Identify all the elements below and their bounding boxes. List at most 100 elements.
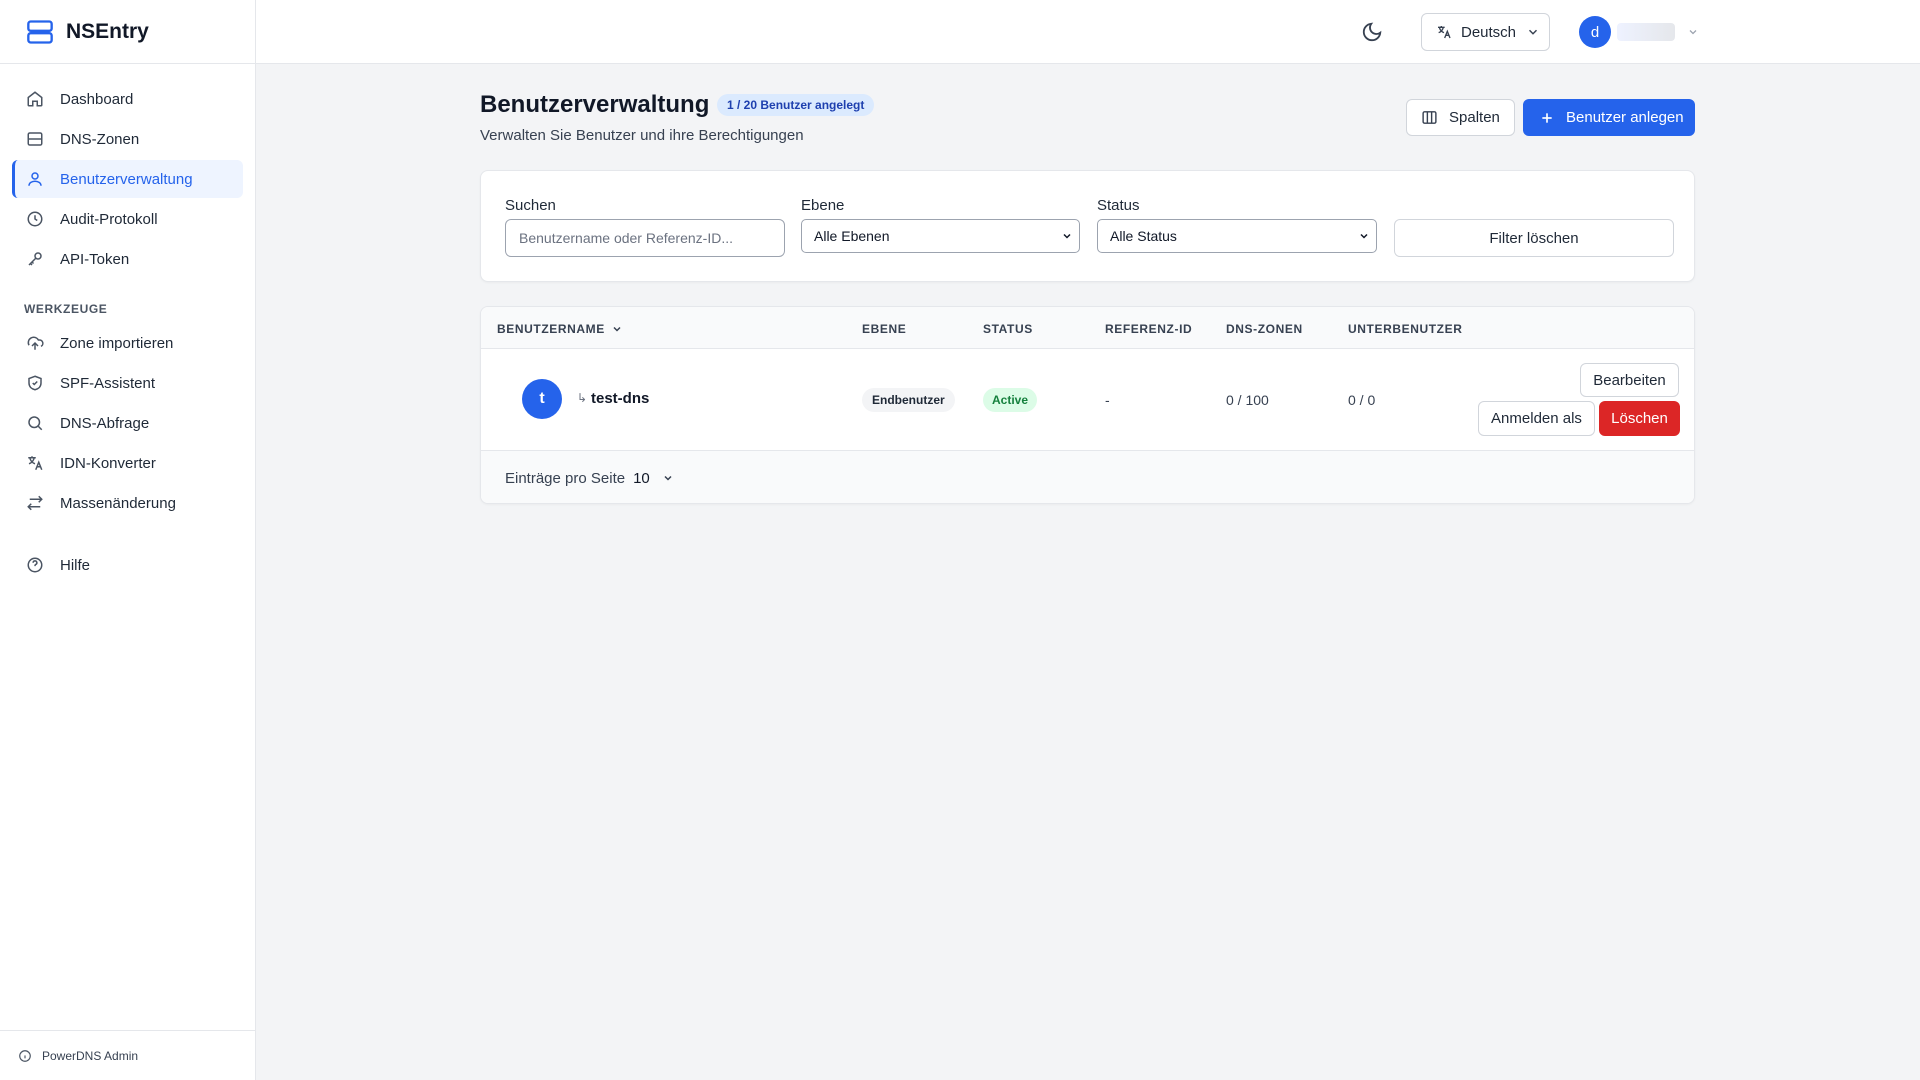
sidebar: NSEntry Dashboard DNS-Zonen Benutzerverw… (0, 0, 256, 1080)
plus-icon (1539, 110, 1555, 126)
sidebar-item-zone-import[interactable]: Zone importieren (12, 324, 243, 362)
sidebar-item-bulk-change[interactable]: Massenänderung (12, 484, 243, 522)
sidebar-item-api-token[interactable]: API-Token (12, 240, 243, 278)
sidebar-item-label: Zone importieren (60, 334, 174, 352)
status-badge: Active (983, 388, 1038, 412)
reference-id: - (1105, 392, 1110, 408)
sidebar-item-label: Audit-Protokoll (60, 210, 158, 228)
chevron-down-icon (1526, 25, 1540, 39)
columns-icon (1421, 109, 1438, 126)
arrows-swap-icon (26, 494, 44, 512)
chevron-down-icon (1358, 230, 1370, 242)
translate-icon (26, 454, 44, 472)
status-select[interactable]: Alle Status (1097, 219, 1377, 253)
page-subtitle: Verwalten Sie Benutzer und ihre Berechti… (480, 127, 804, 144)
clock-icon (26, 210, 44, 228)
column-header-zones: DNS-ZONEN (1226, 322, 1303, 336)
sidebar-item-idn-converter[interactable]: IDN-Konverter (12, 444, 243, 482)
search-label: Suchen (505, 197, 556, 214)
add-user-button[interactable]: Benutzer anlegen (1523, 99, 1695, 136)
language-label: Deutsch (1461, 23, 1517, 41)
sidebar-item-label: IDN-Konverter (60, 454, 156, 472)
chevron-down-icon (1061, 230, 1073, 242)
sidebar-item-help[interactable]: Hilfe (12, 546, 243, 584)
topbar: Deutsch d (256, 0, 1920, 64)
brand[interactable]: NSEntry (0, 0, 255, 64)
page-header: Benutzerverwaltung 1 / 20 Benutzer angel… (480, 64, 1695, 174)
column-header-subusers: UNTERBENUTZER (1348, 322, 1463, 336)
table-footer: Einträge pro Seite 10 (481, 451, 1694, 503)
shield-icon (26, 374, 44, 392)
columns-button[interactable]: Spalten (1406, 99, 1515, 136)
per-page-value: 10 (633, 469, 650, 487)
columns-button-label: Spalten (1449, 109, 1500, 126)
sidebar-item-label: Massenänderung (60, 494, 176, 512)
home-icon (26, 90, 44, 108)
server-logo-icon (26, 18, 54, 46)
sidebar-item-users[interactable]: Benutzerverwaltung (12, 160, 243, 198)
page-title: Benutzerverwaltung (480, 91, 710, 118)
moon-icon[interactable] (1361, 21, 1383, 43)
main-nav: Dashboard DNS-Zonen Benutzerverwaltung A… (0, 64, 255, 584)
chevron-down-icon (662, 472, 674, 484)
per-page-label: Einträge pro Seite (505, 469, 626, 487)
username: test-dns (591, 390, 650, 407)
sub-user-arrow: ↳ (577, 391, 588, 405)
status-select-value: Alle Status (1110, 228, 1177, 244)
add-user-button-label: Benutzer anlegen (1566, 109, 1684, 126)
sidebar-item-label: DNS-Abfrage (60, 414, 150, 432)
app-name: NSEntry (66, 19, 149, 43)
users-table: BENUTZERNAME EBENE STATUS REFERENZ-ID DN… (480, 306, 1695, 504)
key-icon (26, 250, 44, 268)
users-icon (26, 170, 44, 188)
per-page-select[interactable]: 10 (633, 470, 674, 487)
info-icon (18, 1049, 32, 1063)
status-label: Status (1097, 197, 1140, 214)
sidebar-item-dashboard[interactable]: Dashboard (12, 80, 243, 118)
sort-chevron-icon (611, 323, 623, 335)
sidebar-item-label: Dashboard (60, 90, 134, 108)
search-icon (26, 414, 44, 432)
level-badge: Endbenutzer (862, 388, 955, 412)
avatar: t (522, 379, 562, 419)
chevron-down-icon (1687, 26, 1699, 38)
subusers-count: 0 / 0 (1348, 392, 1376, 408)
sidebar-item-label: Hilfe (60, 556, 91, 574)
server-icon (26, 130, 44, 148)
table-row: t ↳ test-dns Endbenutzer Active - 0 / 10… (481, 349, 1694, 451)
sidebar-item-label: SPF-Assistent (60, 374, 156, 392)
avatar: d (1579, 16, 1611, 48)
level-select[interactable]: Alle Ebenen (801, 219, 1080, 253)
sidebar-item-spf-assistant[interactable]: SPF-Assistent (12, 364, 243, 402)
sidebar-item-dns-zones[interactable]: DNS-Zonen (12, 120, 243, 158)
sidebar-item-label: DNS-Zonen (60, 130, 140, 148)
help-circle-icon (26, 556, 44, 574)
column-header-username[interactable]: BENUTZERNAME (497, 322, 623, 336)
column-header-status: STATUS (983, 322, 1033, 336)
delete-button[interactable]: Löschen (1599, 401, 1680, 436)
sidebar-item-audit-log[interactable]: Audit-Protokoll (12, 200, 243, 238)
level-label: Ebene (801, 197, 845, 214)
login-as-button[interactable]: Anmelden als (1478, 401, 1595, 436)
user-name-redacted (1617, 23, 1675, 41)
tools-section-title: WERKZEUGE (24, 302, 108, 316)
language-select[interactable]: Deutsch (1421, 13, 1550, 51)
sidebar-item-label: API-Token (60, 250, 130, 268)
main-content: Benutzerverwaltung 1 / 20 Benutzer angel… (480, 64, 1695, 504)
column-header-label: BENUTZERNAME (497, 322, 605, 336)
filter-panel: Suchen Ebene Alle Ebenen Status Alle Sta… (480, 170, 1695, 282)
translate-icon (1436, 24, 1452, 40)
dns-zones-count: 0 / 100 (1226, 392, 1269, 408)
user-count-badge: 1 / 20 Benutzer angelegt (717, 94, 875, 116)
upload-cloud-icon (26, 334, 44, 352)
edit-button[interactable]: Bearbeiten (1580, 363, 1679, 397)
column-header-level: EBENE (862, 322, 907, 336)
level-select-value: Alle Ebenen (814, 228, 890, 244)
user-menu[interactable]: d (1579, 15, 1699, 49)
clear-filters-button[interactable]: Filter löschen (1394, 219, 1674, 257)
column-header-reference: REFERENZ-ID (1105, 322, 1193, 336)
search-input[interactable] (505, 219, 785, 257)
footer-text: PowerDNS Admin (42, 1048, 139, 1063)
sidebar-item-dns-lookup[interactable]: DNS-Abfrage (12, 404, 243, 442)
sidebar-item-label: Benutzerverwaltung (60, 170, 193, 188)
